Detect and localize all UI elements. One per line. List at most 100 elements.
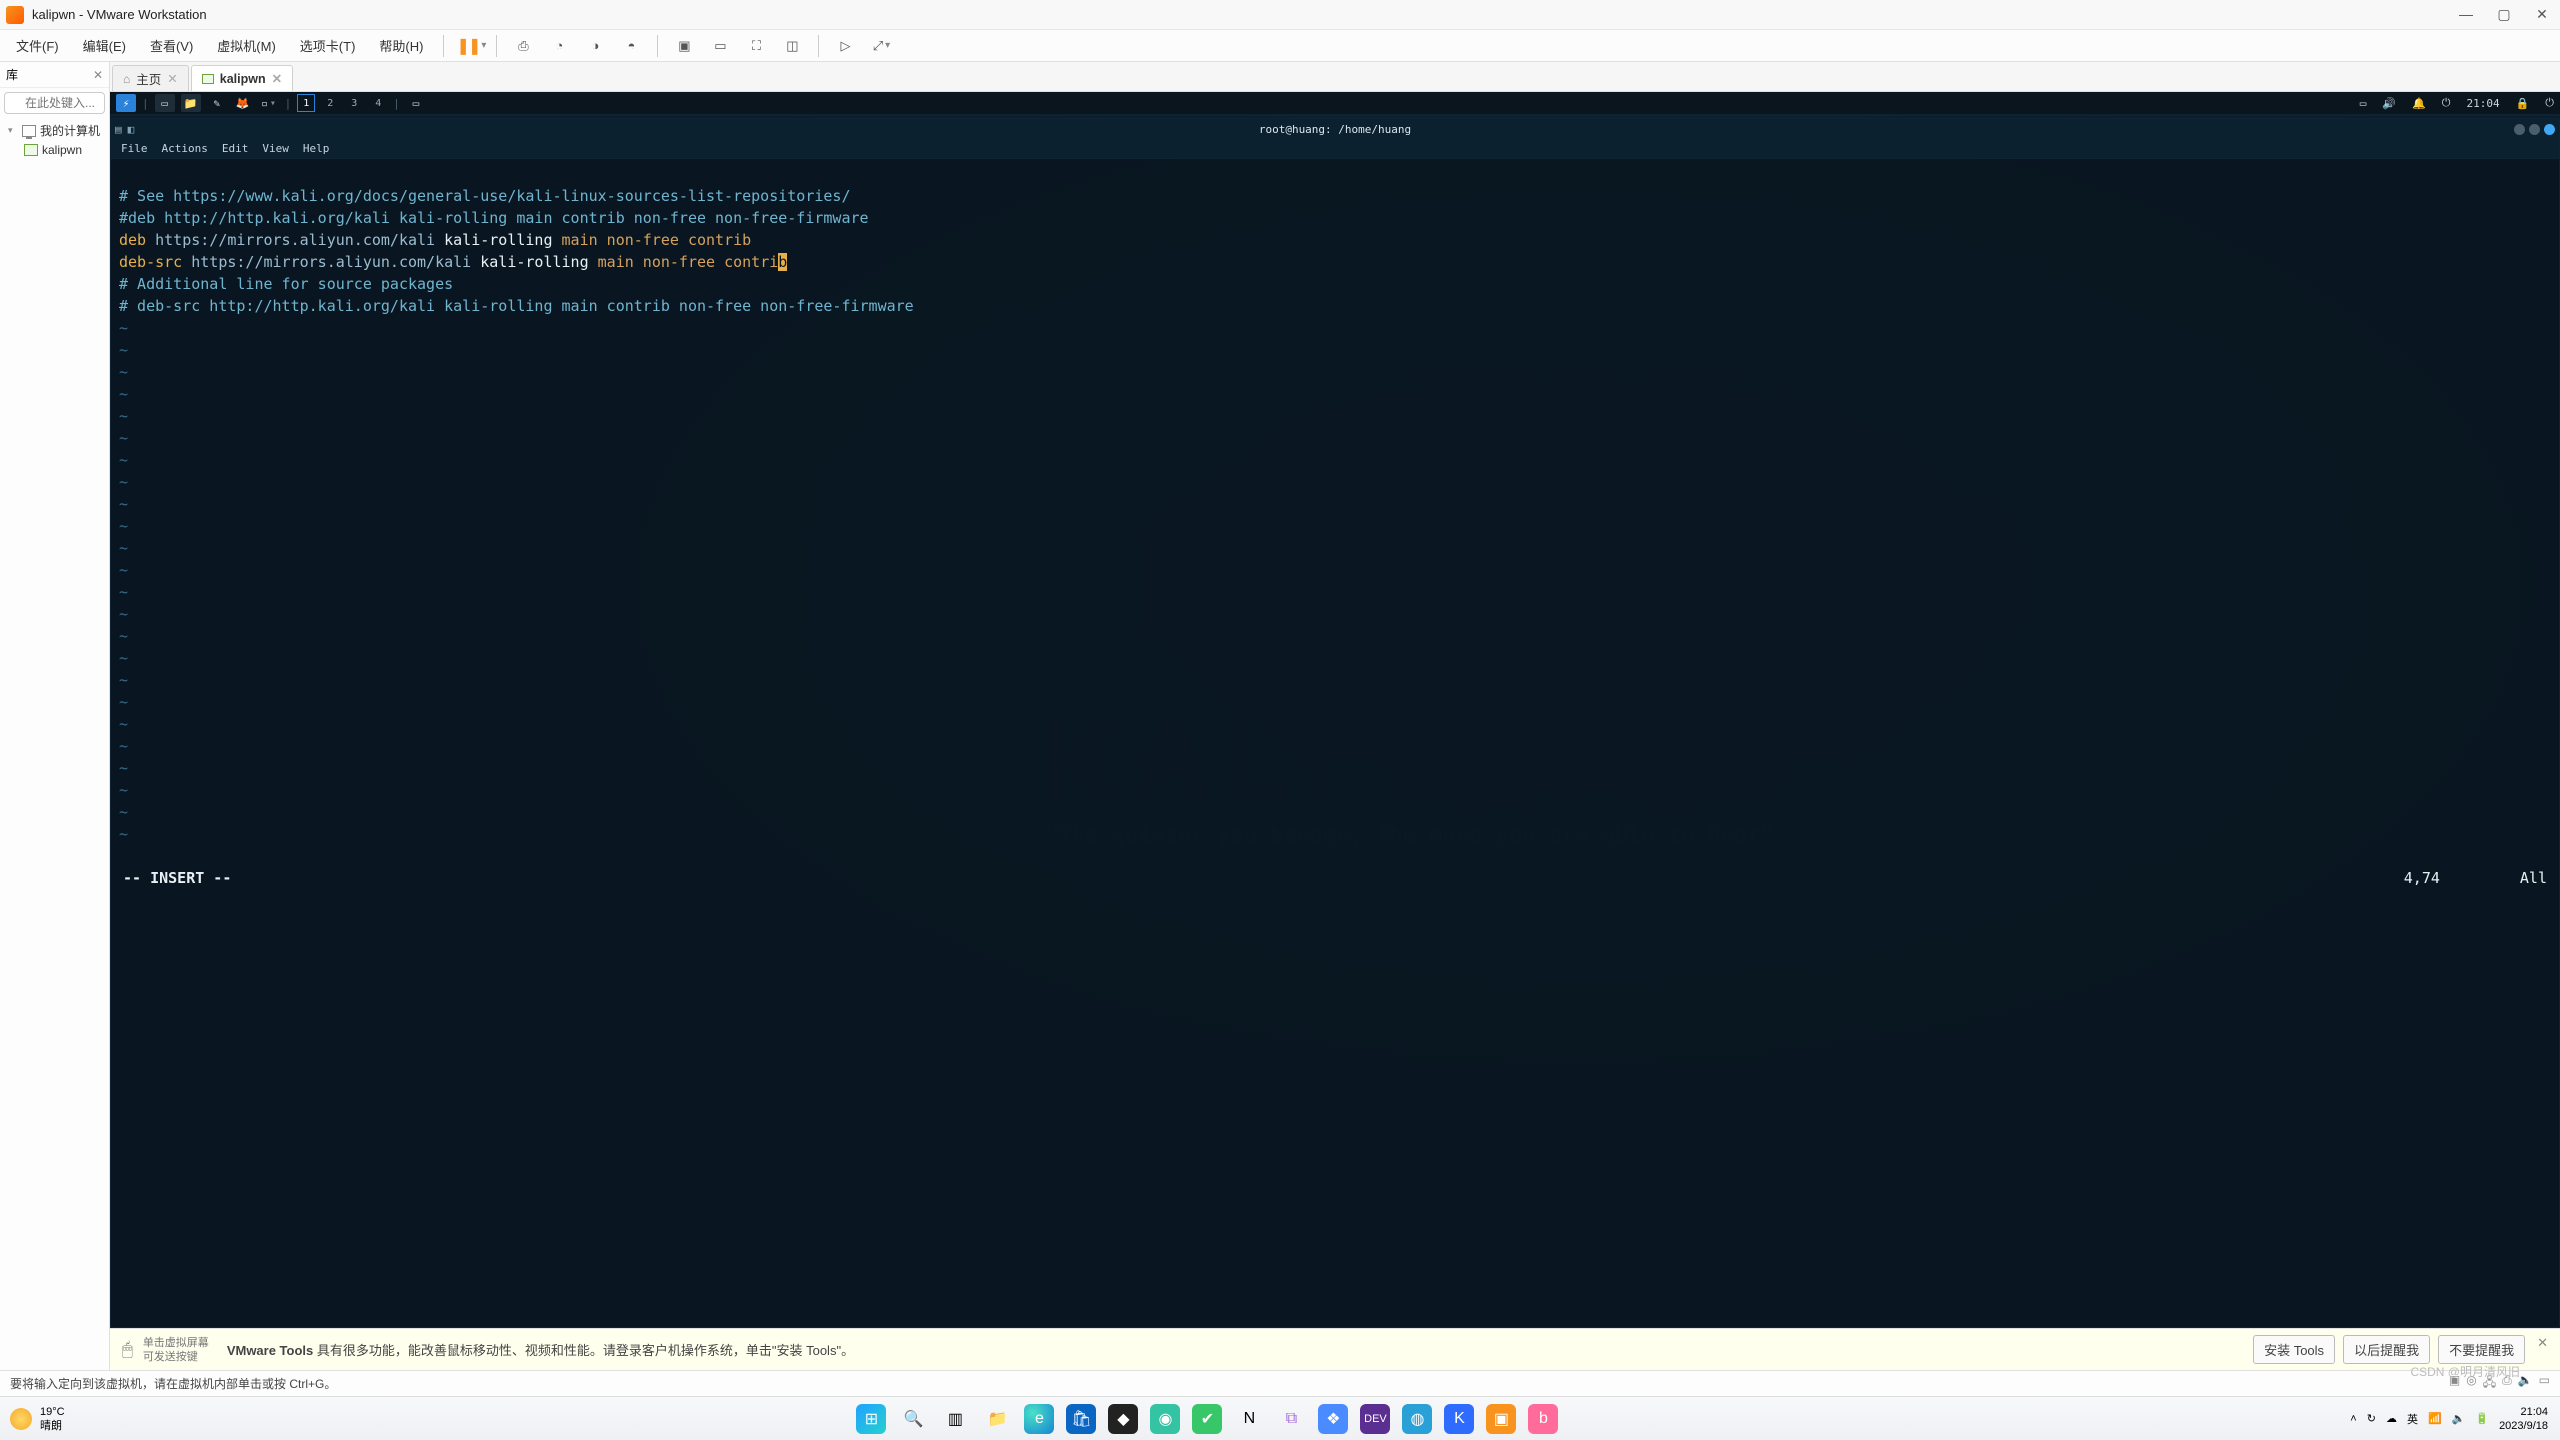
window-close-button[interactable]: ✕: [2530, 6, 2554, 23]
window-minimize-button[interactable]: —: [2454, 6, 2478, 23]
view-console-button[interactable]: ▭: [708, 34, 732, 58]
systray-ime-lang[interactable]: 英: [2407, 1411, 2418, 1427]
kali-shortcut-dropdown-icon[interactable]: ▫: [259, 94, 279, 112]
vmtools-remind-later-button[interactable]: 以后提醒我: [2343, 1335, 2430, 1364]
tray-clock[interactable]: 21:04: [2466, 97, 2499, 110]
tab-home-close[interactable]: ✕: [167, 71, 177, 86]
menu-tabs[interactable]: 选项卡(T): [294, 32, 362, 59]
tab-kalipwn-close[interactable]: ✕: [272, 71, 282, 86]
systray-wifi-icon[interactable]: 📶: [2428, 1412, 2442, 1425]
vm-power-pause-button[interactable]: ❚❚: [458, 34, 482, 58]
tab-home-label: 主页: [136, 69, 161, 88]
systray-sync-icon[interactable]: ↻: [2367, 1412, 2376, 1425]
taskbar-visualstudio-icon[interactable]: ⧉: [1276, 1404, 1306, 1434]
kali-terminal-icon[interactable]: ▭: [155, 94, 175, 112]
term-menu-view[interactable]: View: [262, 142, 289, 155]
taskbar-notion-icon[interactable]: N: [1234, 1404, 1264, 1434]
taskbar-edge-icon[interactable]: e: [1024, 1404, 1054, 1434]
systray-cloud-icon[interactable]: ☁: [2386, 1412, 2397, 1425]
term-menu-edit[interactable]: Edit: [222, 142, 249, 155]
start-button[interactable]: ⊞: [856, 1404, 886, 1434]
terminal-window[interactable]: ▤ ◧ root@huang: /home/huang File Actions…: [110, 118, 2560, 1328]
taskbar-app-5-icon[interactable]: ◍: [1402, 1404, 1432, 1434]
taskbar-app-2-icon[interactable]: ◉: [1150, 1404, 1180, 1434]
tray-network-icon[interactable]: ⏻: [2442, 96, 2451, 110]
vim-scroll-pct: All: [2520, 867, 2547, 889]
view-cycle-button[interactable]: ▷: [833, 34, 857, 58]
snapshot-manage-button[interactable]: ◓: [619, 34, 643, 58]
vmtools-banner-close[interactable]: ✕: [2537, 1335, 2548, 1364]
kali-text-editor-icon[interactable]: ✎: [207, 94, 227, 112]
menu-help[interactable]: 帮助(H): [373, 32, 429, 59]
menu-file[interactable]: 文件(F): [10, 32, 65, 59]
tree-vm-kalipwn[interactable]: kalipwn: [2, 141, 107, 159]
taskbar-explorer-icon[interactable]: 📁: [982, 1404, 1012, 1434]
device-cd-icon[interactable]: ◎: [2466, 1373, 2476, 1394]
taskbar-app-3-icon[interactable]: ✔: [1192, 1404, 1222, 1434]
systray-expand-icon[interactable]: ˄: [2350, 1413, 2356, 1425]
workspace-3[interactable]: 3: [346, 95, 362, 111]
systray-battery-icon[interactable]: 🔋: [2475, 1412, 2489, 1425]
guest-display[interactable]: KALI LINUX "the quieter you become, the …: [110, 92, 2560, 1328]
menu-view[interactable]: 查看(V): [144, 32, 199, 59]
vmtools-never-remind-button[interactable]: 不要提醒我: [2438, 1335, 2525, 1364]
taskbar-bilibili-icon[interactable]: b: [1528, 1404, 1558, 1434]
tab-kalipwn[interactable]: kalipwn ✕: [191, 65, 293, 91]
device-usb-icon[interactable]: ⎙: [2502, 1373, 2512, 1394]
view-fullscreen-button[interactable]: ⛶: [744, 34, 768, 58]
taskbar-app-1-icon[interactable]: ◆: [1108, 1404, 1138, 1434]
kali-files-icon[interactable]: 📁: [181, 94, 201, 112]
term-menu-file[interactable]: File: [121, 142, 148, 155]
sidebar-close-button[interactable]: ✕: [93, 68, 103, 82]
tray-power-icon[interactable]: ⏻: [2545, 96, 2554, 110]
term-menu-actions[interactable]: Actions: [162, 142, 208, 155]
device-network-icon[interactable]: 🖧: [2483, 1373, 2496, 1394]
terminal-body[interactable]: # See https://www.kali.org/docs/general-…: [111, 159, 2559, 889]
taskbar-vmware-icon[interactable]: ▣: [1486, 1404, 1516, 1434]
workspace-4[interactable]: 4: [370, 95, 386, 111]
systray-volume-icon[interactable]: 🔈: [2452, 1412, 2466, 1425]
taskbar-devtools-icon[interactable]: DEV: [1360, 1404, 1390, 1434]
terminal-window-title: root@huang: /home/huang: [1259, 123, 1411, 136]
view-unity-button[interactable]: ◫: [780, 34, 804, 58]
weather-widget[interactable]: 19°C 晴朗: [10, 1405, 65, 1433]
vim-cursor: b: [778, 253, 787, 271]
terminal-tab-next-icon[interactable]: ◧: [128, 123, 135, 136]
send-ctrl-alt-del-button[interactable]: ⎙: [511, 34, 535, 58]
device-sound-icon[interactable]: 🔈: [2518, 1373, 2533, 1394]
tray-display-icon[interactable]: ▭: [2360, 97, 2367, 110]
terminal-titlebar[interactable]: ▤ ◧ root@huang: /home/huang: [111, 119, 2559, 139]
device-display-icon[interactable]: ▭: [2539, 1373, 2550, 1394]
taskbar-app-4-icon[interactable]: ❖: [1318, 1404, 1348, 1434]
tab-home[interactable]: ⌂ 主页 ✕: [112, 65, 189, 91]
terminal-max-button[interactable]: [2529, 124, 2540, 135]
term-menu-help[interactable]: Help: [303, 142, 330, 155]
terminal-min-button[interactable]: [2514, 124, 2525, 135]
window-maximize-button[interactable]: ▢: [2492, 6, 2516, 23]
tray-notification-icon[interactable]: 🔔: [2412, 97, 2426, 110]
snapshot-take-button[interactable]: ◔: [547, 34, 571, 58]
menu-vm[interactable]: 虚拟机(M): [211, 32, 282, 59]
view-stretch-dropdown-button[interactable]: ⤢: [869, 34, 893, 58]
kali-firefox-icon[interactable]: 🦊: [233, 94, 253, 112]
snapshot-revert-button[interactable]: ◑: [583, 34, 607, 58]
kali-menu-icon[interactable]: ⚡: [116, 94, 136, 112]
taskbar-search-icon[interactable]: 🔍: [898, 1404, 928, 1434]
sidebar-search-input[interactable]: [4, 92, 105, 114]
tree-my-computer[interactable]: ▾ 我的计算机: [2, 120, 107, 141]
menu-edit[interactable]: 编辑(E): [77, 32, 132, 59]
device-hdd-icon[interactable]: ▣: [2449, 1373, 2460, 1394]
taskbar-store-icon[interactable]: 🛍: [1066, 1404, 1096, 1434]
tray-lock-icon[interactable]: 🔒: [2516, 97, 2530, 110]
taskbar-taskview-icon[interactable]: ▥: [940, 1404, 970, 1434]
terminal-tab-prev-icon[interactable]: ▤: [115, 123, 122, 136]
workspace-1[interactable]: 1: [298, 95, 314, 111]
vmtools-install-button[interactable]: 安装 Tools: [2253, 1335, 2335, 1364]
taskbar-clock[interactable]: 21:04 2023/9/18: [2499, 1405, 2548, 1433]
workspace-2[interactable]: 2: [322, 95, 338, 111]
taskbar-app-terminal-icon[interactable]: ▭: [406, 94, 426, 112]
taskbar-app-6-icon[interactable]: K: [1444, 1404, 1474, 1434]
tray-volume-icon[interactable]: 🔊: [2382, 97, 2396, 110]
terminal-close-button[interactable]: [2544, 124, 2555, 135]
view-fit-guest-button[interactable]: ▣: [672, 34, 696, 58]
